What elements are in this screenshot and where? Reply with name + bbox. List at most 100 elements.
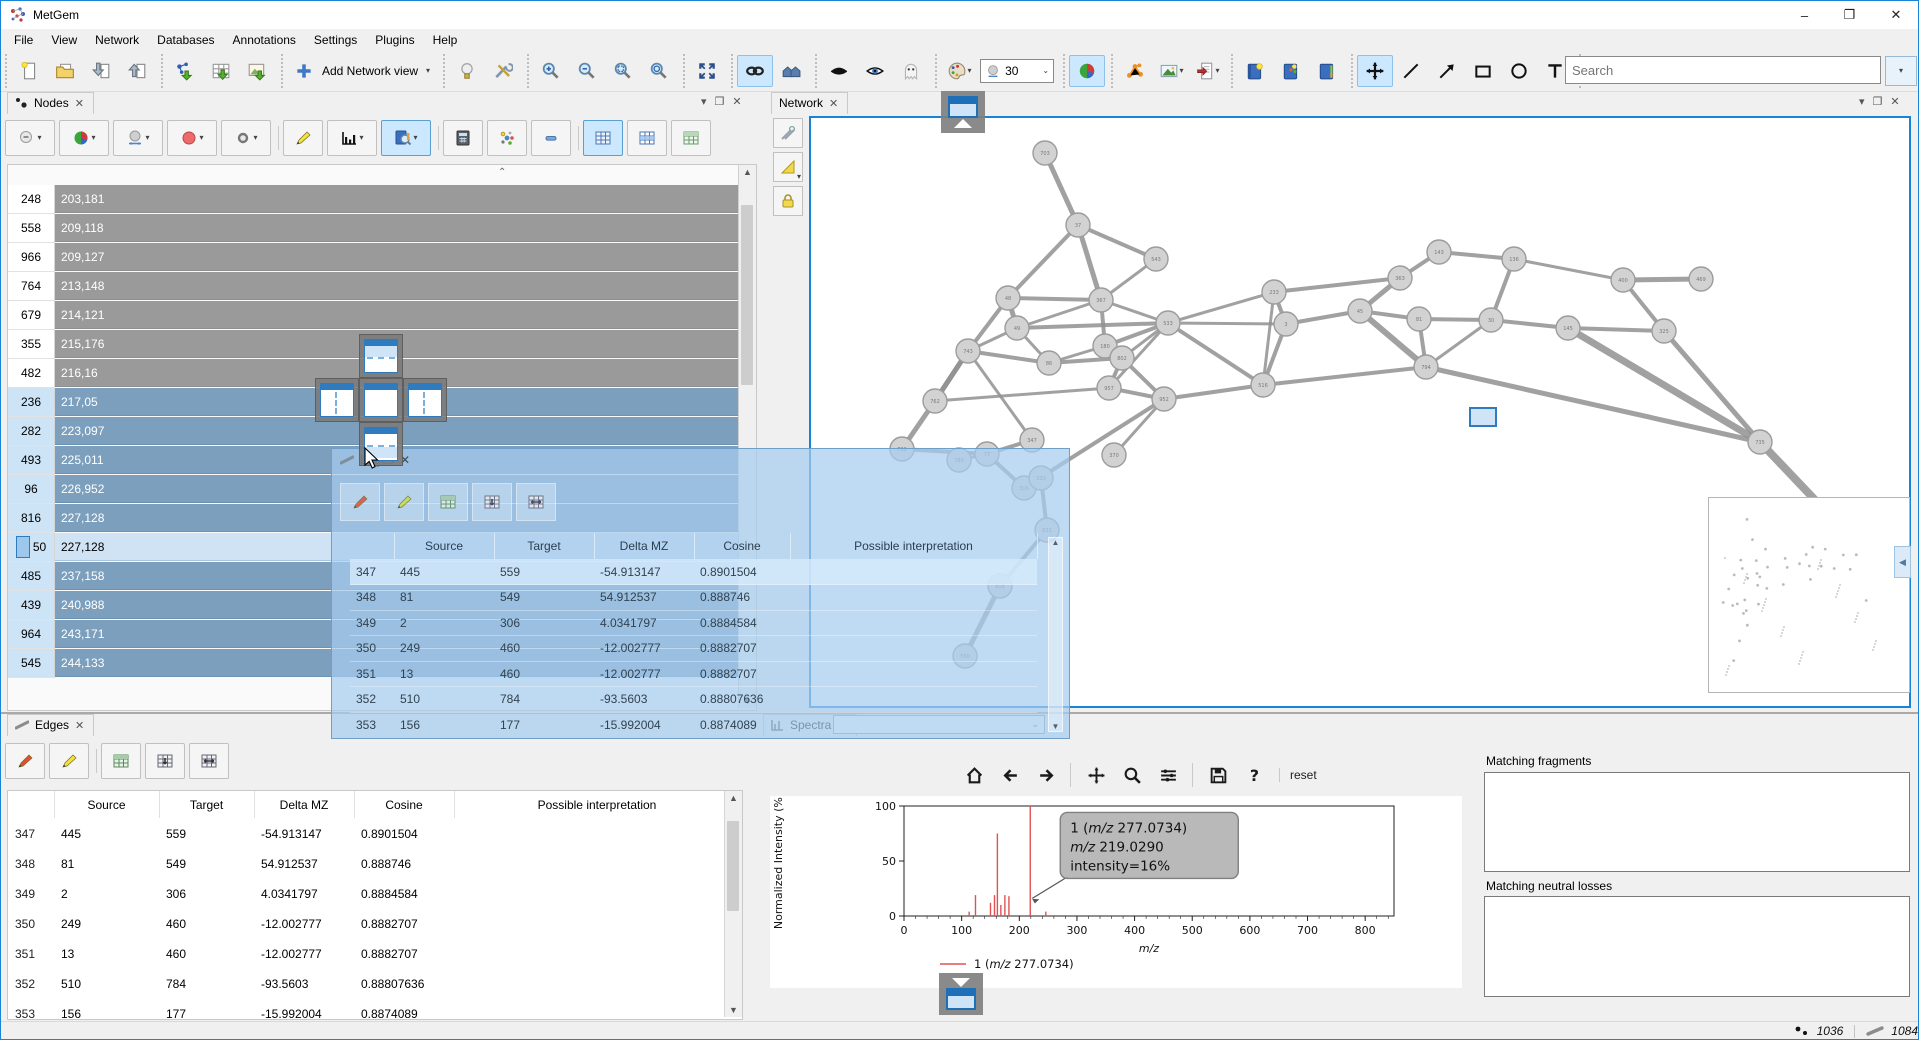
node-color-button[interactable]: ▾ [941,55,977,87]
zoom-selection-button[interactable] [605,55,641,87]
preferences-tools-button[interactable] [485,55,521,87]
edges-table-cell[interactable]: -15.992004 [254,999,354,1020]
highlight-red-button[interactable] [5,743,45,779]
close-button[interactable]: ✕ [1872,1,1919,29]
edges-table-cell[interactable]: -54.913147 [254,819,354,849]
dock-menu-icon[interactable]: ▾ [1859,95,1865,108]
edges-table-cell[interactable]: 348 [8,849,54,879]
spectrum-figure[interactable]: 0100200300400500600700800050100m/zNormal… [770,796,1462,988]
edges-table-cell[interactable]: 351 [8,939,54,969]
edges-scroll-thumb[interactable] [727,821,739,911]
arrow-tool-button[interactable] [1429,55,1465,87]
edges-table-cell[interactable]: 156 [54,999,159,1020]
edges-table-cell[interactable]: 353 [8,999,54,1020]
fullscreen-button[interactable] [689,55,725,87]
edges-table-cell[interactable]: 349 [8,879,54,909]
menu-view[interactable]: View [42,31,86,49]
reset-button[interactable]: reset [1279,768,1327,782]
edges-table-cell[interactable]: 0.8882707 [354,909,454,939]
edges-table-cell[interactable]: 784 [159,969,254,999]
edges-table-cell[interactable]: 249 [54,909,159,939]
dock-float-icon[interactable]: ❐ [1873,95,1883,108]
nodes-table-row[interactable]: 248203,181 [8,185,754,214]
row-header[interactable]: 439 [8,591,55,620]
tab-nodes[interactable]: Nodes ✕ [7,92,94,114]
dock-close-icon[interactable]: ✕ [1890,95,1899,108]
query-databases-button[interactable] [1237,55,1273,87]
row-header[interactable]: 282 [8,417,55,446]
show-all-rows-button[interactable] [583,120,623,156]
edges-table-cell[interactable]: 445 [54,819,159,849]
sort-indicator-icon[interactable]: ⌃ [498,167,506,178]
add-network-view-button[interactable]: Add Network view▾ [287,55,437,87]
view-databases-button[interactable] [1309,55,1345,87]
row-header[interactable]: 764 [8,272,55,301]
menu-network[interactable]: Network [86,31,148,49]
ellipse-tool-button[interactable] [1501,55,1537,87]
save-figure-button[interactable] [1203,760,1233,790]
row-header[interactable]: 816 [8,504,55,533]
edges-table-cell[interactable]: 54.912537 [254,849,354,879]
compute-formulas-button[interactable] [443,120,483,156]
search-button[interactable]: ▾ [1885,56,1917,86]
zoom-in-button[interactable] [533,55,569,87]
edges-table[interactable]: SourceTargetDelta MZCosinePossible inter… [7,790,743,1020]
panel-collapse-handle[interactable]: ◀ [1894,546,1911,578]
edges-table-cell[interactable]: 510 [54,969,159,999]
edges-table-cell[interactable]: 13 [54,939,159,969]
menu-settings[interactable]: Settings [305,31,366,49]
dock-float-icon[interactable]: ❐ [715,95,725,108]
filter-button[interactable] [531,120,571,156]
show-selected-rows-button[interactable] [627,120,667,156]
matching-fragments-box[interactable] [1484,772,1910,872]
row-header[interactable]: 679 [8,301,55,330]
node-size-column-button[interactable]: ▾ [113,120,163,156]
scroll-down-icon[interactable]: ▼ [725,1005,742,1015]
row-header[interactable]: 482 [8,359,55,388]
edges-column-header[interactable]: Target [159,791,255,818]
hide-isolated-nodes-button[interactable] [773,55,809,87]
row-header[interactable]: 355 [8,330,55,359]
rect-tool-button[interactable] [1465,55,1501,87]
show-neighbors-button[interactable] [671,120,711,156]
resize-columns-button[interactable] [189,743,229,779]
edges-tab-close-icon[interactable]: ✕ [75,719,84,732]
row-mz-value[interactable]: 214,121 [55,301,738,329]
move-tool-button[interactable] [1357,55,1393,87]
menu-databases[interactable]: Databases [148,31,223,49]
export-report-button[interactable]: ▾ [1189,55,1225,87]
edges-table-cell[interactable]: 4.0341797 [254,879,354,909]
highlight-yellow-button[interactable] [49,743,89,779]
edges-table-cell[interactable]: -12.002777 [254,939,354,969]
zoom-out-button[interactable] [569,55,605,87]
search-highlight-button[interactable] [449,55,485,87]
zoom-button[interactable] [1117,760,1147,790]
edges-table-cell[interactable]: 549 [159,849,254,879]
row-header[interactable]: 485 [8,562,55,591]
pie-column-button[interactable]: ▾ [59,120,109,156]
nodes-table-row[interactable]: 966209,127 [8,243,754,272]
row-header[interactable]: 96 [8,475,55,504]
scroll-up-icon[interactable]: ▲ [739,165,756,177]
edges-table-cell[interactable]: 81 [54,849,159,879]
dock-menu-icon[interactable]: ▾ [701,95,707,108]
minimap-view-rect[interactable] [1469,407,1497,427]
scroll-up-icon[interactable]: ▲ [725,791,742,803]
edges-table-cell[interactable] [454,879,740,909]
node-color-column-button[interactable]: ▾ [167,120,217,156]
nodes-table-row[interactable]: 558209,118 [8,214,754,243]
edges-table-cell[interactable]: 347 [8,819,54,849]
edges-column-header[interactable]: Cosine [354,791,455,818]
row-header[interactable]: 236 [8,388,55,417]
edges-column-header[interactable] [8,791,55,818]
import-group-mapping-button[interactable] [239,55,275,87]
network-ruler-button[interactable]: ▾ [773,152,803,182]
dragged-edges-panel[interactable]: Edges ✕ SourceTargetDelta MZCosinePossib… [331,448,1070,739]
node-ring-column-button[interactable]: ▾ [221,120,271,156]
matching-neutral-losses-box[interactable] [1484,896,1910,997]
line-tool-button[interactable] [1393,55,1429,87]
row-header[interactable]: 493 [8,446,55,475]
back-button[interactable] [995,760,1025,790]
edges-table-cell[interactable]: 0.8882707 [354,939,454,969]
tab-edges[interactable]: Edges ✕ [7,714,94,736]
